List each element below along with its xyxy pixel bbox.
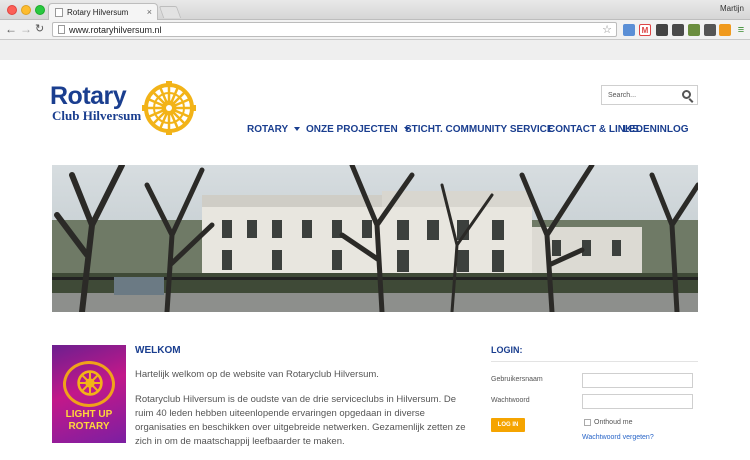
divider xyxy=(491,361,698,362)
page-icon xyxy=(58,25,65,34)
nav-label: ONZE PROJECTEN xyxy=(306,124,398,135)
search-input[interactable]: Search... xyxy=(608,92,636,99)
page-top-band xyxy=(0,40,750,60)
logo-subtitle: Club Hilversum xyxy=(52,108,142,123)
evernote-icon[interactable] xyxy=(656,24,668,36)
back-arrow-icon[interactable]: ← xyxy=(5,22,17,36)
hero-illustration xyxy=(52,165,698,312)
pocket-icon[interactable] xyxy=(704,24,716,36)
remember-me-checkbox[interactable] xyxy=(584,419,591,426)
rotary-wheel-icon xyxy=(77,370,103,396)
nav-item-onze-projecten[interactable]: ONZE PROJECTEN xyxy=(306,124,410,135)
remember-me-label: Onthoud me xyxy=(594,419,633,426)
site-logo[interactable]: Rotary Club Hilversum xyxy=(50,84,141,124)
bookmark-star-icon[interactable]: ☆ xyxy=(602,23,612,36)
address-bar[interactable]: www.rotaryhilversum.nl ☆ xyxy=(52,22,617,37)
new-tab-button[interactable] xyxy=(158,6,182,18)
chevron-down-icon xyxy=(294,127,301,132)
password-field[interactable] xyxy=(582,394,693,409)
close-tab-icon[interactable]: × xyxy=(147,7,152,17)
search-box[interactable]: Search... xyxy=(601,85,698,105)
close-window-button[interactable] xyxy=(7,5,17,15)
rotary-wheel-icon xyxy=(142,81,196,135)
page-icon xyxy=(55,8,63,17)
nav-label: STICHT. COMMUNITY SERVICE xyxy=(405,124,554,135)
search-icon[interactable] xyxy=(682,90,691,99)
poster-line-2: ROTARY xyxy=(68,421,110,432)
gmail-icon[interactable]: M xyxy=(639,24,651,36)
browser-tab[interactable]: Rotary Hilversum × xyxy=(48,3,158,20)
download-icon[interactable] xyxy=(688,24,700,36)
reload-icon[interactable]: ↻ xyxy=(35,22,44,36)
light-up-rotary-poster[interactable]: LIGHT UP ROTARY xyxy=(52,345,126,443)
tab-title: Rotary Hilversum xyxy=(67,8,129,17)
forward-arrow-icon[interactable]: → xyxy=(20,22,32,36)
username-field[interactable] xyxy=(582,373,693,388)
minimize-window-button[interactable] xyxy=(21,5,31,15)
password-label: Wachtwoord xyxy=(491,397,530,404)
poster-line-1: LIGHT UP xyxy=(65,409,113,420)
maximize-window-button[interactable] xyxy=(35,5,45,15)
browser-window: Rotary Hilversum × Martijn ← → ↻ www.rot… xyxy=(0,0,750,460)
welcome-body: Rotaryclub Hilversum is de oudste van de… xyxy=(135,394,466,447)
forgot-password-link[interactable]: Wachtwoord vergeten? xyxy=(582,434,654,441)
chart-icon[interactable] xyxy=(719,24,731,36)
username-label: Gebruikersnaam xyxy=(491,376,543,383)
logo-wordmark: Rotary xyxy=(50,82,127,110)
nav-item-community-service[interactable]: STICHT. COMMUNITY SERVICE xyxy=(405,124,554,135)
nav-label: LEDENINLOG xyxy=(623,124,689,135)
extension-image-icon[interactable] xyxy=(623,24,635,36)
hero-image xyxy=(52,165,698,312)
nav-item-rotary[interactable]: ROTARY xyxy=(247,124,301,135)
welcome-intro: Hartelijk welkom op de website van Rotar… xyxy=(135,369,379,380)
url-text[interactable]: www.rotaryhilversum.nl xyxy=(69,25,162,35)
browser-toolbar: ← → ↻ www.rotaryhilversum.nl ☆ M ≡ xyxy=(0,20,750,40)
welcome-heading: WELKOM xyxy=(135,345,181,356)
login-button[interactable]: LOG IN xyxy=(491,418,525,432)
hand-icon[interactable] xyxy=(672,24,684,36)
login-heading: LOGIN: xyxy=(491,345,523,355)
title-bar: Rotary Hilversum × Martijn xyxy=(0,0,750,20)
menu-icon[interactable]: ≡ xyxy=(735,24,747,36)
profile-name[interactable]: Martijn xyxy=(720,4,744,13)
nav-label: ROTARY xyxy=(247,124,289,135)
nav-item-ledeninlog[interactable]: LEDENINLOG xyxy=(623,124,689,135)
